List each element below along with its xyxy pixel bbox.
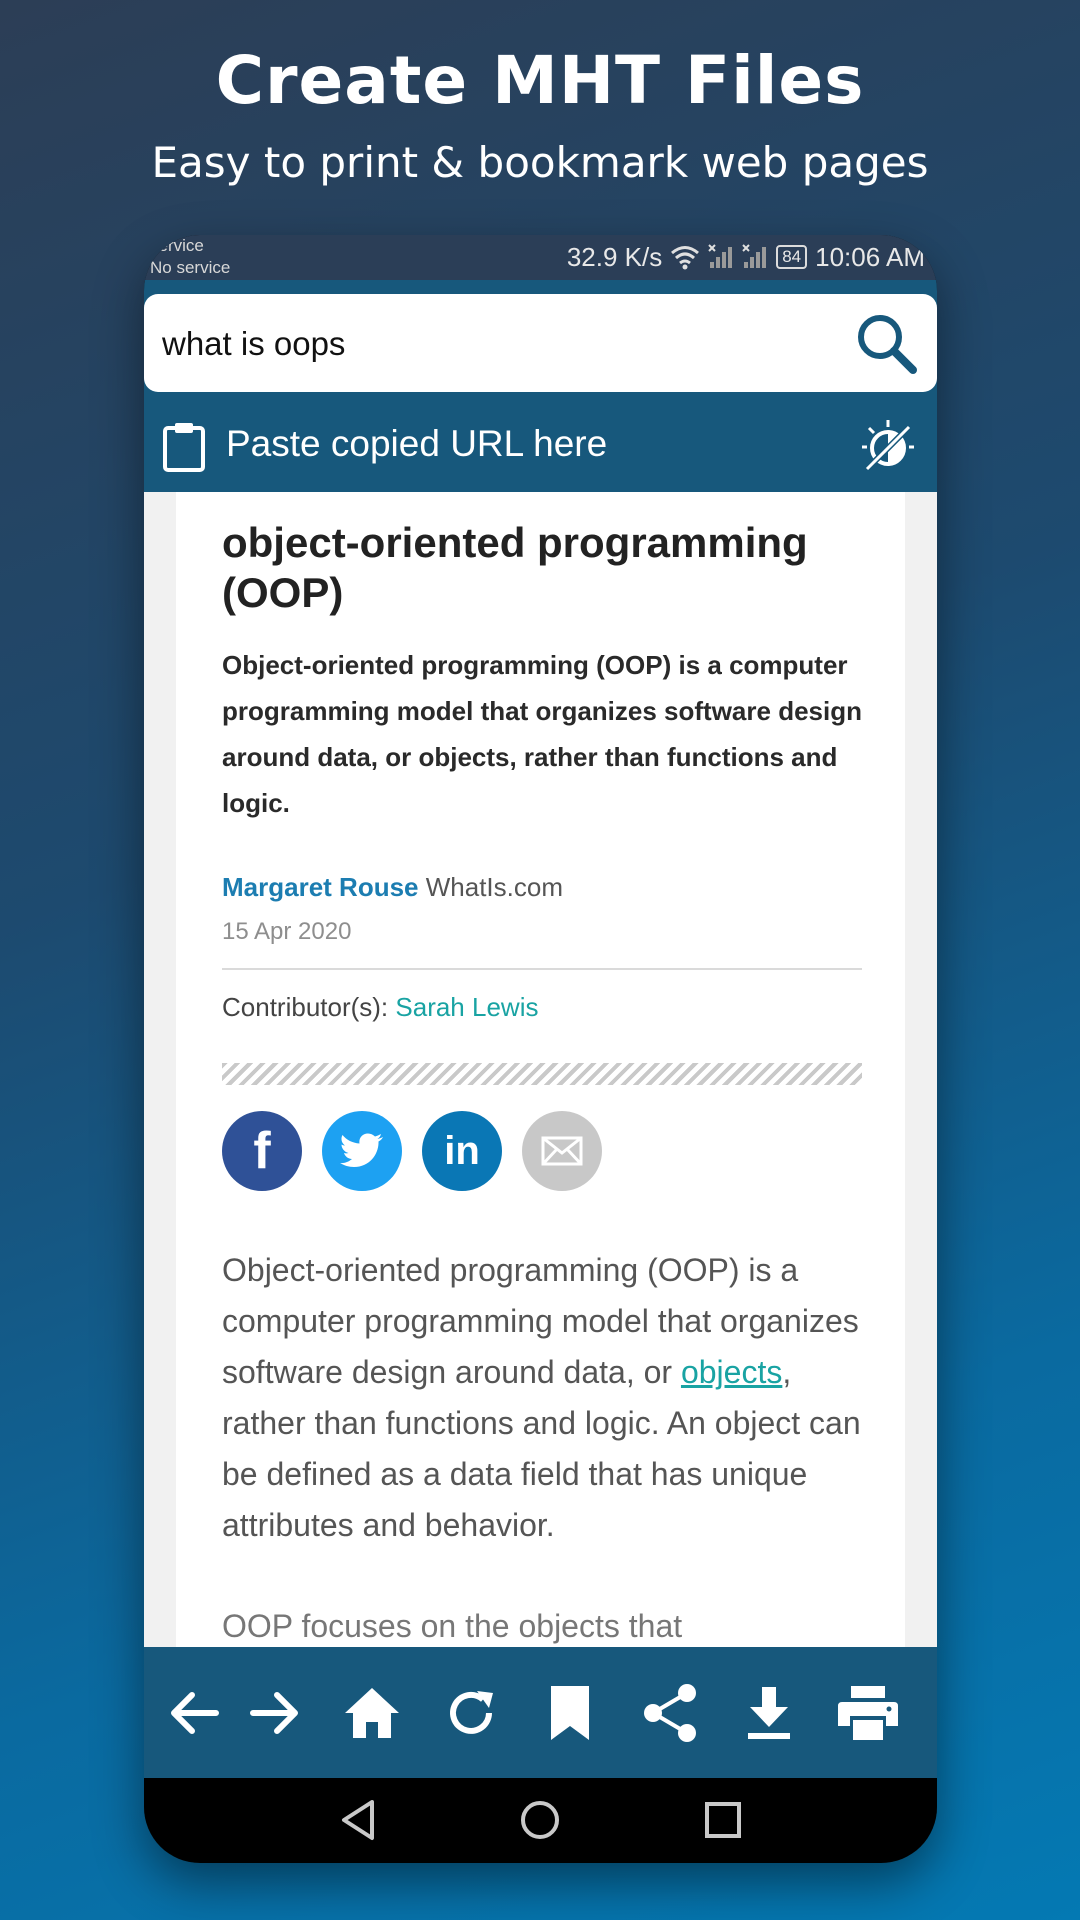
reload-icon [450,1691,493,1734]
objects-link[interactable]: objects [681,1354,782,1390]
linkedin-icon: in [444,1128,480,1173]
theme-toggle-icon [862,420,914,472]
publish-date: 15 Apr 2020 [222,918,352,945]
battery-indicator: 84 [776,245,808,269]
article-content: object-oriented programming (OOP) Object… [222,518,862,1647]
bookmark-button[interactable] [532,1675,608,1751]
bookmark-icon [551,1686,589,1740]
search-button[interactable] [853,310,919,376]
circle-home-icon [521,1801,559,1839]
contributor-label: Contributor(s): [222,992,389,1022]
arrow-right-icon [250,1692,298,1734]
home-icon [345,1688,399,1738]
paste-url-bar[interactable]: Paste copied URL here [144,407,937,487]
web-view[interactable]: object-oriented programming (OOP) Object… [144,492,937,1647]
carrier-line-2: No service [150,258,231,277]
bottom-toolbar [144,1647,937,1778]
search-input[interactable] [160,318,804,370]
hatched-divider [222,1063,862,1085]
article-title: object-oriented programming (OOP) [222,519,808,616]
carrier-line-1: service [150,236,204,255]
search-bar [144,294,937,392]
arrow-left-icon [171,1692,219,1734]
facebook-share-button[interactable]: f [222,1111,302,1191]
share-buttons: f in [222,1111,862,1191]
share-button[interactable] [632,1675,708,1751]
download-button[interactable] [731,1675,807,1751]
contributors: Contributor(s): Sarah Lewis [222,992,862,1023]
clipboard-icon [163,423,205,472]
nav-back-button[interactable] [330,1792,386,1848]
nav-recents-button[interactable] [695,1792,751,1848]
phone-frame: service No service 32.9 K/s 84 10:06 AM … [144,235,937,1863]
download-icon [748,1687,790,1739]
wifi-icon [671,246,700,270]
network-speed: 32.9 K/s [566,241,663,272]
status-bar: service No service 32.9 K/s 84 10:06 AM [144,235,937,280]
promo-subtitle: Easy to print & bookmark web pages [151,138,929,187]
triangle-back-icon [342,1800,374,1840]
status-indicators: 32.9 K/s 84 10:06 AM [567,239,925,275]
signal-icon [708,244,733,268]
article-summary: Object-oriented programming (OOP) is a c… [222,650,862,818]
carrier-info: service No service [150,235,230,279]
email-share-button[interactable] [522,1111,602,1191]
promo-title: Create MHT Files [215,42,865,119]
back-button[interactable] [156,1675,232,1751]
site-name: WhatIs.com [425,872,563,902]
article-body-next: OOP focuses on the objects that [222,1608,683,1644]
reload-button[interactable] [433,1675,509,1751]
system-nav-bar [144,1778,937,1863]
divider [222,968,862,970]
contributor-link[interactable]: Sarah Lewis [395,992,538,1022]
facebook-icon: f [253,1122,271,1180]
email-icon [541,1136,583,1166]
twitter-share-button[interactable] [322,1111,402,1191]
forward-button[interactable] [237,1675,313,1751]
paste-url-label: Paste copied URL here [226,423,608,464]
print-icon [838,1686,898,1740]
author-link[interactable]: Margaret Rouse [222,872,419,902]
clock: 10:06 AM [815,241,925,272]
home-button[interactable] [334,1675,410,1751]
article: object-oriented programming (OOP) Object… [176,492,905,1647]
square-recents-icon [705,1802,741,1838]
share-icon [644,1684,696,1742]
nav-home-button[interactable] [512,1792,568,1848]
signal-icon-2 [742,244,767,268]
linkedin-share-button[interactable]: in [422,1111,502,1191]
print-button[interactable] [830,1675,906,1751]
article-body: Object-oriented programming (OOP) is a c… [222,1245,862,1551]
search-icon [858,315,917,374]
theme-toggle-button[interactable] [859,417,917,475]
twitter-icon [340,1133,383,1167]
byline: Margaret Rouse WhatIs.com [222,870,862,904]
